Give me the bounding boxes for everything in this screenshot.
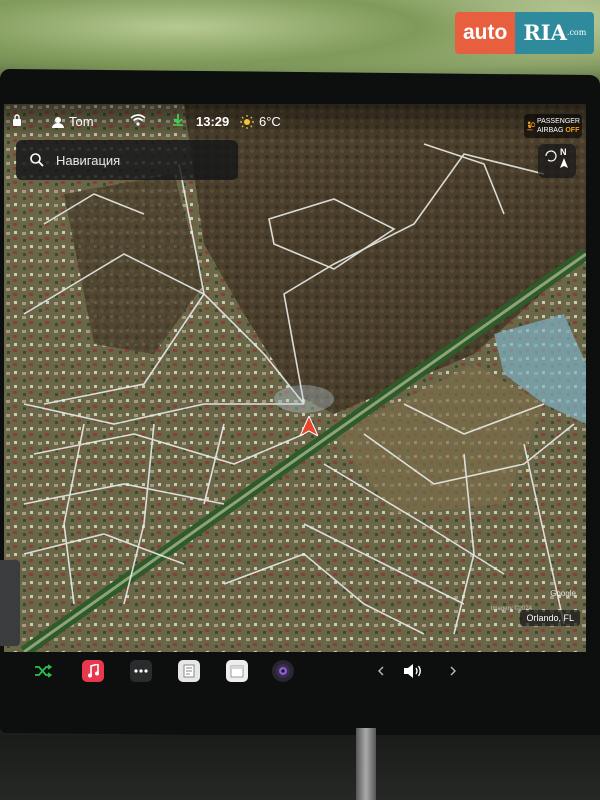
map-provider: Google	[550, 589, 576, 598]
volume-up-button[interactable]	[442, 660, 464, 682]
navigation-search[interactable]: Навигация	[16, 140, 238, 180]
compass-north-label: N	[560, 147, 567, 157]
temperature: 6°C	[259, 114, 281, 129]
download-icon	[173, 114, 183, 126]
camera-app-button[interactable]	[272, 660, 294, 682]
location-label: Orlando, FL	[520, 610, 580, 626]
clock: 13:29	[196, 114, 230, 129]
airbag-line1: PASSENGER	[536, 118, 580, 125]
sun-icon	[240, 114, 254, 129]
volume-down-button[interactable]	[370, 660, 392, 682]
satellite-map[interactable]	[4, 104, 586, 652]
screen-stand	[356, 728, 376, 800]
passenger-airbag-indicator: PASSENGER AIRBAG OFF	[524, 114, 582, 138]
camera-icon	[276, 664, 290, 678]
software-update-status[interactable]	[172, 114, 184, 126]
app-dock	[0, 648, 600, 688]
search-icon	[30, 153, 44, 167]
chevron-left-icon	[378, 666, 384, 676]
watermark-domain: .com	[566, 28, 587, 37]
lock-icon	[13, 114, 21, 126]
volume-button[interactable]	[402, 660, 424, 682]
lock-status[interactable]	[12, 114, 22, 126]
status-bar: Tom 13:29 6°C PASSENGER AIRBAG OFF	[4, 104, 586, 140]
profile-name: Tom	[69, 114, 94, 129]
watermark: auto RIA.com	[455, 12, 595, 54]
side-panel-handle[interactable]	[0, 560, 20, 646]
current-position-arrow-icon	[300, 416, 318, 436]
watermark-ria: RIA.com	[515, 12, 595, 54]
map-orientation-button[interactable]: N	[538, 144, 576, 178]
driver-profile[interactable]: Tom	[52, 114, 94, 129]
chevron-right-icon	[450, 666, 456, 676]
watermark-auto: auto	[455, 12, 516, 54]
search-placeholder: Навигация	[56, 152, 121, 168]
weather: 6°C	[240, 114, 281, 129]
notepad-icon	[183, 664, 195, 678]
route-glow	[274, 385, 334, 413]
music-note-icon	[88, 664, 99, 678]
airbag-state: OFF	[565, 127, 580, 134]
notes-app-button[interactable]	[178, 660, 200, 682]
wifi-status	[130, 114, 146, 126]
dots-icon	[134, 669, 148, 673]
dashboard-bottom	[0, 735, 600, 800]
compass-icon	[545, 150, 568, 168]
volume-icon	[404, 664, 421, 678]
user-icon	[52, 116, 64, 128]
watermark-ria-text: RIA	[523, 20, 567, 45]
shuffle-app-button[interactable]	[32, 660, 54, 682]
music-app-button[interactable]	[82, 660, 104, 682]
more-apps-button[interactable]	[130, 660, 152, 682]
calendar-icon	[230, 665, 244, 678]
calendar-app-button[interactable]	[226, 660, 248, 682]
airbag-line2: AIRBAG	[536, 127, 564, 134]
wifi-icon	[130, 114, 146, 126]
shuffle-icon	[35, 664, 52, 678]
touchscreen[interactable]: Tom 13:29 6°C PASSENGER AIRBAG OFF Навиг…	[4, 104, 586, 652]
airbag-icon	[527, 121, 535, 131]
